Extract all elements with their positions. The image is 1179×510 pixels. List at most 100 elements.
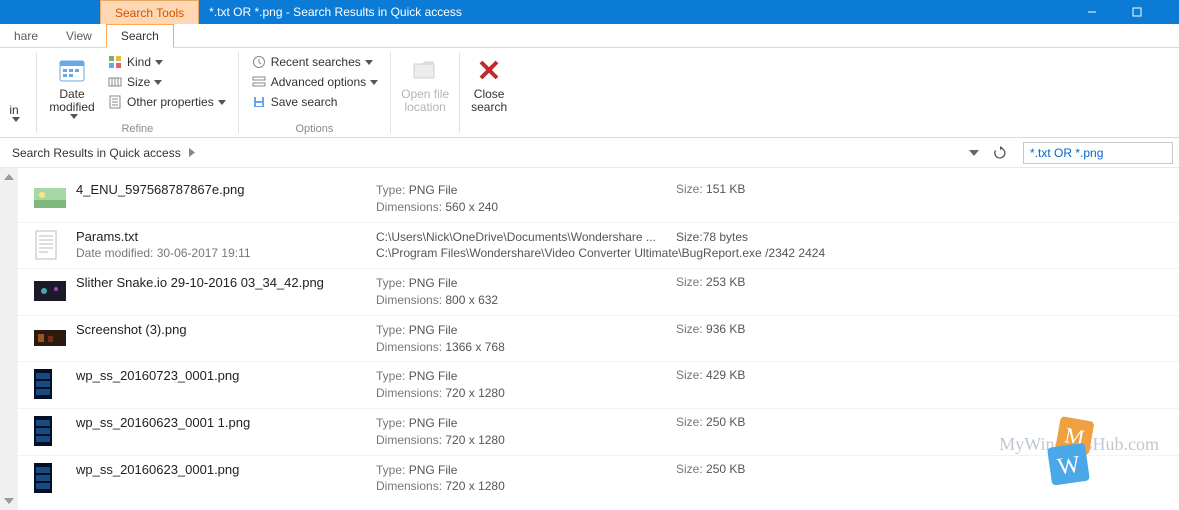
file-size-value: 936 KB xyxy=(706,322,745,336)
file-size-value: 250 KB xyxy=(706,462,745,476)
file-name: Slither Snake.io 29-10-2016 03_34_42.png xyxy=(76,275,366,290)
kind-icon xyxy=(107,54,123,70)
file-size-cell: Size: 429 KB xyxy=(676,368,796,402)
refresh-button[interactable] xyxy=(989,142,1011,164)
file-dimensions-value: 1366 x 768 xyxy=(445,340,504,354)
file-meta-cell: Type: PNG FileDimensions: 720 x 1280 xyxy=(376,368,676,402)
file-meta-cell: Type: PNG FileDimensions: 720 x 1280 xyxy=(376,462,676,496)
open-file-location-label: Open file location xyxy=(401,88,449,114)
file-name: wp_ss_20160723_0001.png xyxy=(76,368,366,383)
file-type-value: PNG File xyxy=(409,416,458,430)
other-properties-button[interactable]: Other properties xyxy=(103,92,230,112)
size-label: Size xyxy=(127,75,150,89)
chevron-right-icon[interactable] xyxy=(185,146,200,160)
address-history-dropdown[interactable] xyxy=(965,142,983,164)
maximize-button[interactable] xyxy=(1114,0,1159,24)
search-input[interactable]: *.txt OR *.png xyxy=(1023,142,1173,164)
save-search-button[interactable]: Save search xyxy=(247,92,382,112)
group-label-open-location xyxy=(395,133,455,135)
result-row[interactable]: wp_ss_20160723_0001.png Type: PNG FileDim… xyxy=(18,361,1179,408)
chevron-down-icon xyxy=(155,60,163,65)
file-dimensions-label: Dimensions: xyxy=(376,479,442,493)
ribbon: in Date modified Kind xyxy=(0,48,1179,138)
left-scrollbar[interactable] xyxy=(0,168,18,510)
file-path-1: C:\Users\Nick\OneDrive\Documents\Wonders… xyxy=(376,229,676,246)
save-icon xyxy=(251,94,267,110)
other-properties-label: Other properties xyxy=(127,95,214,109)
file-size-cell: Size: 151 KB xyxy=(676,182,796,216)
file-dimensions-value: 720 x 1280 xyxy=(445,433,504,447)
group-label-options: Options xyxy=(247,121,382,135)
breadcrumb-item[interactable]: Search Results in Quick access xyxy=(8,146,185,160)
result-row[interactable]: wp_ss_20160623_0001.pngType: PNG FileDim… xyxy=(18,455,1179,502)
file-type-value: PNG File xyxy=(409,463,458,477)
group-close-search: Close search xyxy=(460,48,518,137)
file-dimensions-label: Dimensions: xyxy=(376,433,442,447)
window-controls xyxy=(1069,0,1179,24)
date-modified-button[interactable]: Date modified xyxy=(45,52,99,121)
file-sub-label: Date modified: xyxy=(76,246,153,260)
file-size-value: 429 KB xyxy=(706,368,745,382)
file-name-cell: Screenshot (3).png xyxy=(76,322,376,356)
file-name-cell: wp_ss_20160723_0001.png xyxy=(76,368,376,402)
search-in-button[interactable]: in xyxy=(0,52,28,124)
close-search-label: Close search xyxy=(471,88,507,114)
size-button[interactable]: Size xyxy=(103,72,230,92)
tab-share[interactable]: hare xyxy=(0,25,52,47)
file-name: Screenshot (3).png xyxy=(76,322,366,337)
file-size-label: Size: xyxy=(676,368,703,382)
file-size-label: Size: xyxy=(676,462,703,476)
file-name: Params.txt xyxy=(76,229,366,244)
advanced-options-button[interactable]: Advanced options xyxy=(247,72,382,92)
breadcrumb[interactable]: Search Results in Quick access xyxy=(6,146,965,160)
context-tab-search-tools[interactable]: Search Tools xyxy=(100,0,199,24)
file-type-value: PNG File xyxy=(409,276,458,290)
group-label-close-search xyxy=(464,133,514,135)
chevron-down-icon xyxy=(218,100,226,105)
recent-searches-button[interactable]: Recent searches xyxy=(247,52,382,72)
chevron-down-icon xyxy=(154,80,162,85)
file-size-label: Size: xyxy=(676,182,703,196)
recent-searches-label: Recent searches xyxy=(271,55,361,69)
file-type-label: Type: xyxy=(376,183,405,197)
folder-open-icon xyxy=(409,54,441,86)
file-dimensions-label: Dimensions: xyxy=(376,340,442,354)
result-row[interactable]: 4_ENU_597568787867e.pngType: PNG FileDim… xyxy=(18,168,1179,222)
calendar-icon xyxy=(56,54,88,86)
file-type-value: PNG File xyxy=(409,369,458,383)
kind-button[interactable]: Kind xyxy=(103,52,230,72)
result-row[interactable]: Params.txt Date modified: 30-06-2017 19:1… xyxy=(18,222,1179,269)
file-type-label: Type: xyxy=(376,416,405,430)
scroll-up-icon[interactable] xyxy=(2,170,16,184)
file-sub-info: Date modified: 30-06-2017 19:11 xyxy=(76,246,366,260)
tab-view[interactable]: View xyxy=(52,25,106,47)
address-right-controls: *.txt OR *.png xyxy=(965,142,1173,164)
result-row[interactable]: Screenshot (3).pngType: PNG FileDimensio… xyxy=(18,315,1179,362)
file-type-label: Type: xyxy=(376,369,405,383)
result-row[interactable]: Slither Snake.io 29-10-2016 03_34_42.png… xyxy=(18,268,1179,315)
result-row[interactable]: wp_ss_20160623_0001 1.pngType: PNG File D… xyxy=(18,408,1179,455)
titlebar: Search Tools *.txt OR *.png - Search Res… xyxy=(0,0,1179,24)
close-button[interactable] xyxy=(1159,0,1179,24)
file-type-label: Type: xyxy=(376,276,405,290)
file-meta-cell: Type: PNG FileDimensions: 800 x 632 xyxy=(376,275,676,309)
file-name-cell: wp_ss_20160623_0001 1.png xyxy=(76,415,376,449)
minimize-button[interactable] xyxy=(1069,0,1114,24)
options-icon xyxy=(251,74,267,90)
file-size-label: Size: xyxy=(676,275,703,289)
file-thumbnail-icon xyxy=(34,275,66,307)
close-icon xyxy=(473,54,505,86)
scroll-down-icon[interactable] xyxy=(2,494,16,508)
ribbon-tabs: hare View Search xyxy=(0,24,1179,48)
file-type-value: PNG File xyxy=(409,323,458,337)
chevron-down-icon xyxy=(365,60,373,65)
refine-small-buttons: Kind Size Other properties xyxy=(103,52,230,112)
group-refine: Date modified Kind Size Other properties xyxy=(37,48,238,137)
results-list: 4_ENU_597568787867e.pngType: PNG FileDim… xyxy=(18,168,1179,510)
file-name-cell: Params.txt Date modified: 30-06-2017 19:1… xyxy=(76,229,376,263)
close-search-button[interactable]: Close search xyxy=(464,52,514,116)
file-type-value: PNG File xyxy=(409,183,458,197)
tab-search[interactable]: Search xyxy=(106,24,174,48)
file-thumbnail-icon xyxy=(34,462,66,494)
file-meta-cell: Type: PNG FileDimensions: 1366 x 768 xyxy=(376,322,676,356)
